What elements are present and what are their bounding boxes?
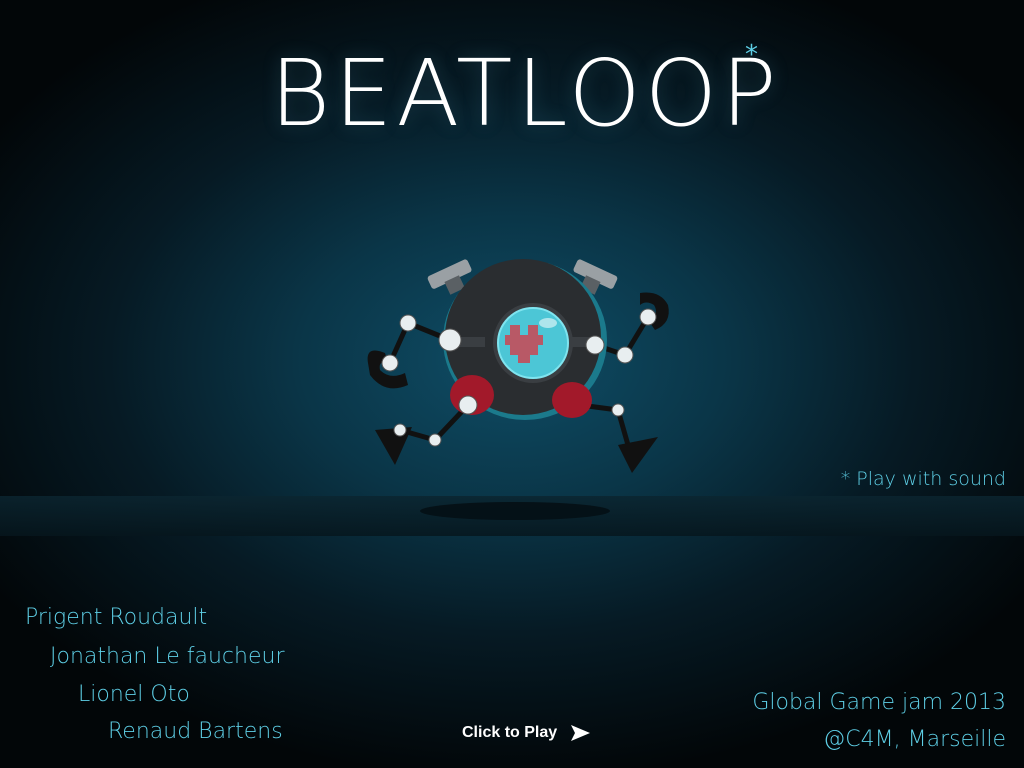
play-label: Click to Play <box>462 724 558 741</box>
credit-name: Renaud Bartens <box>108 719 283 744</box>
credit-name: Lionel Oto <box>78 682 190 707</box>
click-to-play-button[interactable]: Click to Play <box>462 720 591 746</box>
event-location: @C4M, Marseille <box>823 727 1006 752</box>
credit-name: Prigent Roudault <box>25 605 208 630</box>
play-arrow-icon <box>569 724 591 742</box>
game-title: BEATLOOP <box>270 40 781 147</box>
robot-shadow <box>420 502 610 520</box>
robot-mascot-illustration <box>367 259 669 473</box>
sound-hint: * Play with sound <box>840 468 1006 490</box>
credit-name: Jonathan Le faucheur <box>50 644 285 669</box>
title-asterisk: * <box>745 40 758 70</box>
event-name: Global Game jam 2013 <box>752 690 1006 715</box>
